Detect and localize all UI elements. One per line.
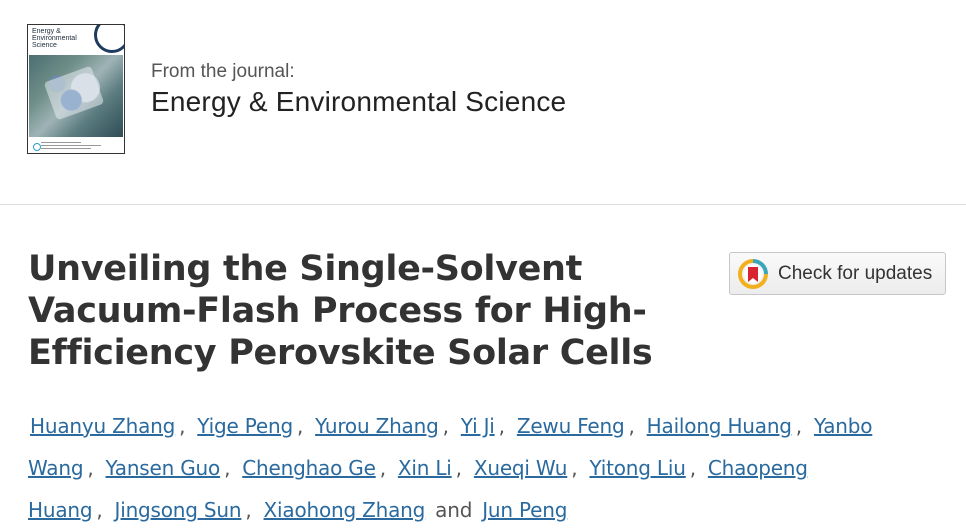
check-for-updates-label: Check for updates <box>778 262 933 284</box>
author-separator: , <box>571 456 578 480</box>
header-divider <box>0 204 966 205</box>
journal-name-link[interactable]: Energy & Environmental Science <box>151 86 566 118</box>
author-link[interactable]: Xiaohong Zhang <box>264 498 426 522</box>
journal-cover-image[interactable]: Energy & Environmental Science <box>27 24 125 154</box>
author-separator: , <box>442 414 449 438</box>
author-link[interactable]: Yansen Guo <box>106 456 221 480</box>
author-separator: , <box>87 456 94 480</box>
author-link[interactable]: Jun Peng <box>482 498 567 522</box>
author-link[interactable]: Yitong Liu <box>589 456 685 480</box>
author-separator: , <box>628 414 635 438</box>
cover-footer <box>31 140 121 152</box>
author-separator: , <box>455 456 462 480</box>
author-link[interactable]: Huanyu Zhang <box>30 414 175 438</box>
author-separator: , <box>689 456 696 480</box>
author-link[interactable]: Yige Peng <box>197 414 293 438</box>
cover-decoration <box>94 25 124 53</box>
author-link[interactable]: Xin Li <box>398 456 452 480</box>
author-link[interactable]: Xueqi Wu <box>474 456 568 480</box>
author-link[interactable]: Jingsong Sun <box>115 498 242 522</box>
author-link[interactable]: Yurou Zhang <box>315 414 439 438</box>
author-separator: , <box>179 414 186 438</box>
author-separator: , <box>224 456 231 480</box>
author-separator: , <box>245 498 252 522</box>
check-for-updates-button[interactable]: Check for updates <box>729 252 946 295</box>
author-list: Huanyu Zhang, Yige Peng, Yurou Zhang, Yi Ji… <box>28 405 958 531</box>
author-separator: , <box>379 456 386 480</box>
crossmark-icon <box>737 258 769 290</box>
author-conjunction: and <box>435 498 473 522</box>
cover-artwork <box>29 55 123 137</box>
author-link[interactable]: Chenghao Ge <box>242 456 376 480</box>
author-separator: , <box>795 414 802 438</box>
from-journal-label: From the journal: <box>151 61 295 82</box>
author-link[interactable]: Yi Ji <box>461 414 495 438</box>
author-link[interactable]: Zewu Feng <box>517 414 625 438</box>
author-separator: , <box>498 414 505 438</box>
author-separator: , <box>96 498 103 522</box>
article-title: Unveiling the Single-Solvent Vacuum-Flas… <box>28 249 653 373</box>
author-link[interactable]: Hailong Huang <box>647 414 792 438</box>
author-separator: , <box>296 414 304 438</box>
cover-title: Energy & Environmental Science <box>32 28 77 49</box>
